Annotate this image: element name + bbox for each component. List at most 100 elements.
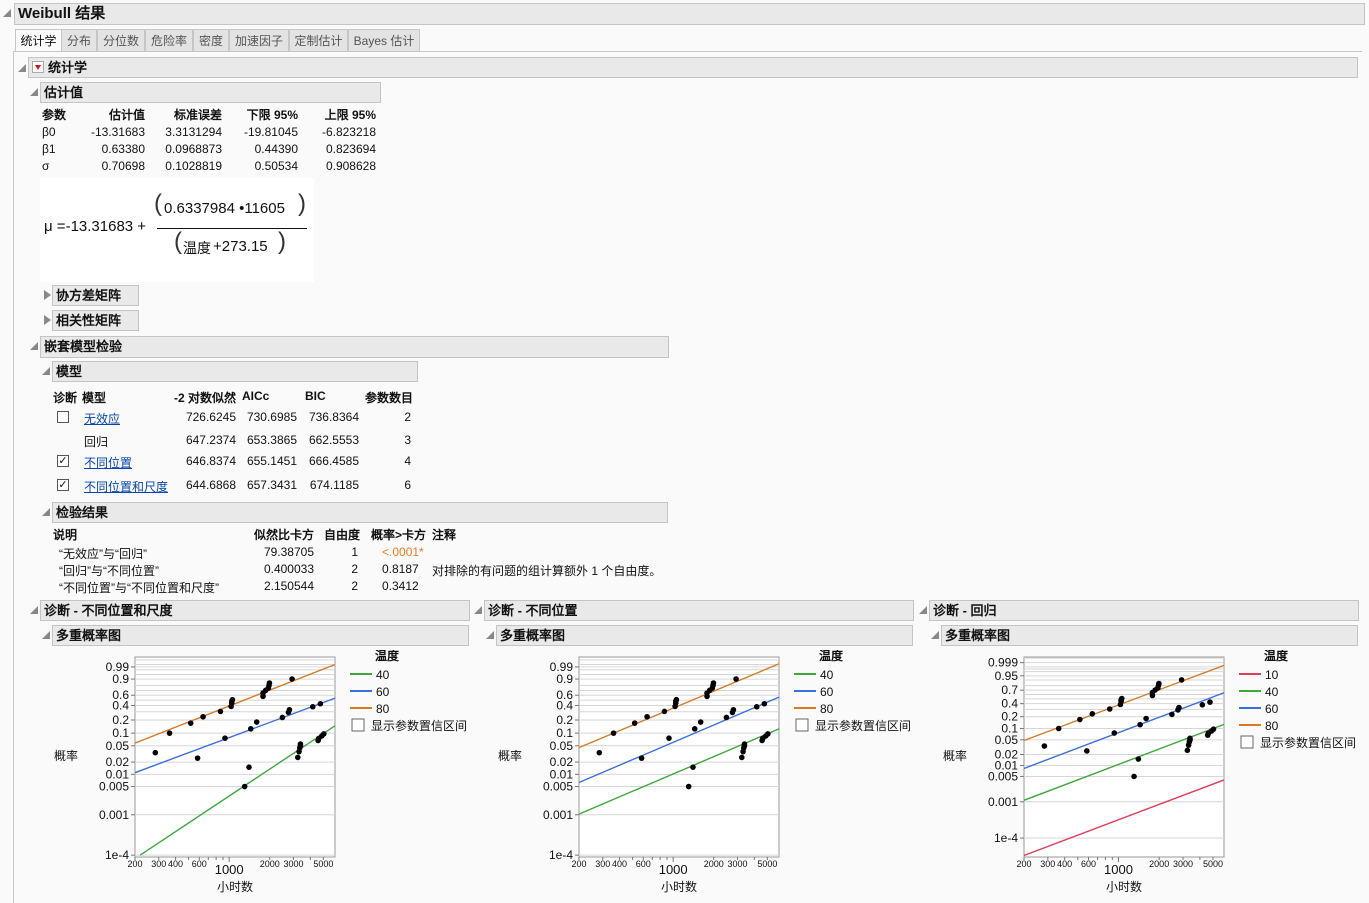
y-tick-label: 0.4 <box>112 698 129 712</box>
tab-3[interactable]: 危险率 <box>145 29 193 51</box>
table-cell: 0.1028819 <box>165 159 222 173</box>
outline-expand-icon[interactable] <box>44 290 51 300</box>
neg2-loglik: 644.6868 <box>185 478 236 492</box>
outline-toggle-icon[interactable] <box>474 606 482 614</box>
show-ci-label[interactable]: 显示参数置信区间 <box>815 718 911 733</box>
model-name[interactable]: 无效应 <box>84 410 120 427</box>
paren-left: ( <box>154 190 162 217</box>
legend-entry[interactable]: 60 <box>820 685 834 699</box>
legend-entry[interactable]: 80 <box>376 702 390 716</box>
stats-outline-header: 统计学 <box>28 57 1358 78</box>
outline-toggle-icon[interactable] <box>42 367 50 375</box>
show-ci-label[interactable]: 显示参数置信区间 <box>371 718 467 733</box>
data-point <box>1055 725 1062 732</box>
legend-title: 温度 <box>819 650 844 663</box>
diagnostic-checkbox[interactable] <box>57 411 69 423</box>
data-point <box>241 783 248 790</box>
covariance-matrix-header[interactable]: 协方差矩阵 <box>52 285 139 306</box>
data-point <box>279 714 286 721</box>
table-cell: 0.908628 <box>325 159 376 173</box>
outline-toggle-icon[interactable] <box>30 606 38 614</box>
legend-entry[interactable]: 80 <box>1265 719 1279 733</box>
tab-1[interactable]: 分布 <box>61 29 97 51</box>
model-name[interactable]: 不同位置和尺度 <box>84 478 168 495</box>
outline-toggle-icon[interactable] <box>919 606 927 614</box>
column-header: 似然比卡方 <box>253 528 314 542</box>
column-header: -2 对数似然 <box>173 391 236 405</box>
data-point <box>644 713 650 720</box>
diagnostic-checkbox[interactable]: ✓ <box>57 455 69 467</box>
outline-toggle-icon[interactable] <box>3 9 11 17</box>
bic: 674.1185 <box>309 478 359 492</box>
red-triangle-menu-button[interactable] <box>32 61 44 73</box>
x-tick-label: 400 <box>168 859 183 869</box>
diagnostic-checkbox[interactable]: ✓ <box>57 479 69 491</box>
y-tick-label: 0.9 <box>112 672 129 686</box>
x-tick-label: 3000 <box>283 859 303 869</box>
legend-entry[interactable]: 40 <box>820 668 834 682</box>
legend-entry[interactable]: 40 <box>376 668 390 682</box>
note: 对排除的有问题的组计算额外 1 个自由度。 <box>432 564 662 578</box>
chart-section-header: 诊断 - 不同位置和尺度 <box>40 600 470 621</box>
table-cell: 0.63380 <box>101 142 145 156</box>
legend-entry[interactable]: 60 <box>1265 702 1279 716</box>
outline-expand-icon[interactable] <box>44 315 51 325</box>
chart-subtitle-header: 多重概率图 <box>496 625 913 646</box>
show-ci-label[interactable]: 显示参数置信区间 <box>1260 735 1356 750</box>
data-point <box>1207 699 1213 705</box>
tab-7[interactable]: Bayes 估计 <box>348 29 420 51</box>
outline-toggle-icon[interactable] <box>30 88 38 96</box>
y-tick-label: 0.9 <box>556 672 573 686</box>
outline-toggle-icon[interactable] <box>30 342 38 350</box>
data-point <box>253 719 260 725</box>
data-point <box>1118 695 1125 702</box>
df: 2 <box>351 562 358 576</box>
outline-toggle-icon[interactable] <box>18 64 26 72</box>
y-tick-label: 0.001 <box>99 808 129 822</box>
legend-entry[interactable]: 60 <box>376 685 390 699</box>
legend-entry[interactable]: 10 <box>1265 668 1279 682</box>
x-tick-label: 5000 <box>313 859 333 869</box>
test-description: “不同位置”与“不同位置和尺度” <box>59 581 219 595</box>
tab-0[interactable]: 统计学 <box>15 29 62 52</box>
table-cell: 0.50534 <box>254 159 298 173</box>
outline-toggle-icon[interactable] <box>42 631 50 639</box>
data-point <box>1077 716 1083 723</box>
df: 1 <box>351 545 358 559</box>
table-cell: -6.823218 <box>321 125 376 139</box>
aicc: 653.3865 <box>246 433 297 447</box>
y-tick-label: 0.4 <box>1001 697 1018 711</box>
show-ci-checkbox[interactable] <box>795 718 809 732</box>
table-cell: 0.823694 <box>325 142 376 156</box>
dropdown-icon <box>35 65 41 70</box>
data-point <box>610 730 617 736</box>
x-tick-label: 2000 <box>1149 859 1169 869</box>
data-point <box>1178 677 1185 683</box>
x-tick-label: 3000 <box>1173 859 1193 869</box>
tab-6[interactable]: 定制估计 <box>289 29 348 51</box>
outline-toggle-icon[interactable] <box>42 508 50 516</box>
tab-4[interactable]: 密度 <box>193 29 229 51</box>
table-cell: β1 <box>42 142 56 156</box>
x-tick-label: 600 <box>636 859 651 869</box>
x-tick-label: 2000 <box>704 859 724 869</box>
outline-toggle-icon[interactable] <box>931 631 939 639</box>
tab-2[interactable]: 分位数 <box>97 29 145 51</box>
data-point <box>733 676 739 682</box>
x-tick-label: 1000 <box>659 862 688 877</box>
y-axis-label: 概率 <box>54 748 78 763</box>
legend-entry[interactable]: 40 <box>1265 685 1279 699</box>
legend-entry[interactable]: 80 <box>820 702 834 716</box>
tab-5[interactable]: 加速因子 <box>229 29 289 51</box>
chart-subtitle-header: 多重概率图 <box>52 625 469 646</box>
correlation-matrix-header[interactable]: 相关性矩阵 <box>52 310 139 331</box>
y-tick-label: 0.999 <box>988 656 1018 670</box>
outline-toggle-icon[interactable] <box>486 631 494 639</box>
p-value: 0.8187 <box>382 562 419 576</box>
bic: 662.5553 <box>308 433 359 447</box>
y-tick-label: 1e-4 <box>549 848 573 862</box>
show-ci-checkbox[interactable] <box>1240 735 1254 749</box>
model-name[interactable]: 不同位置 <box>84 454 132 471</box>
show-ci-checkbox[interactable] <box>351 718 365 732</box>
y-tick-label: 0.005 <box>99 780 129 794</box>
